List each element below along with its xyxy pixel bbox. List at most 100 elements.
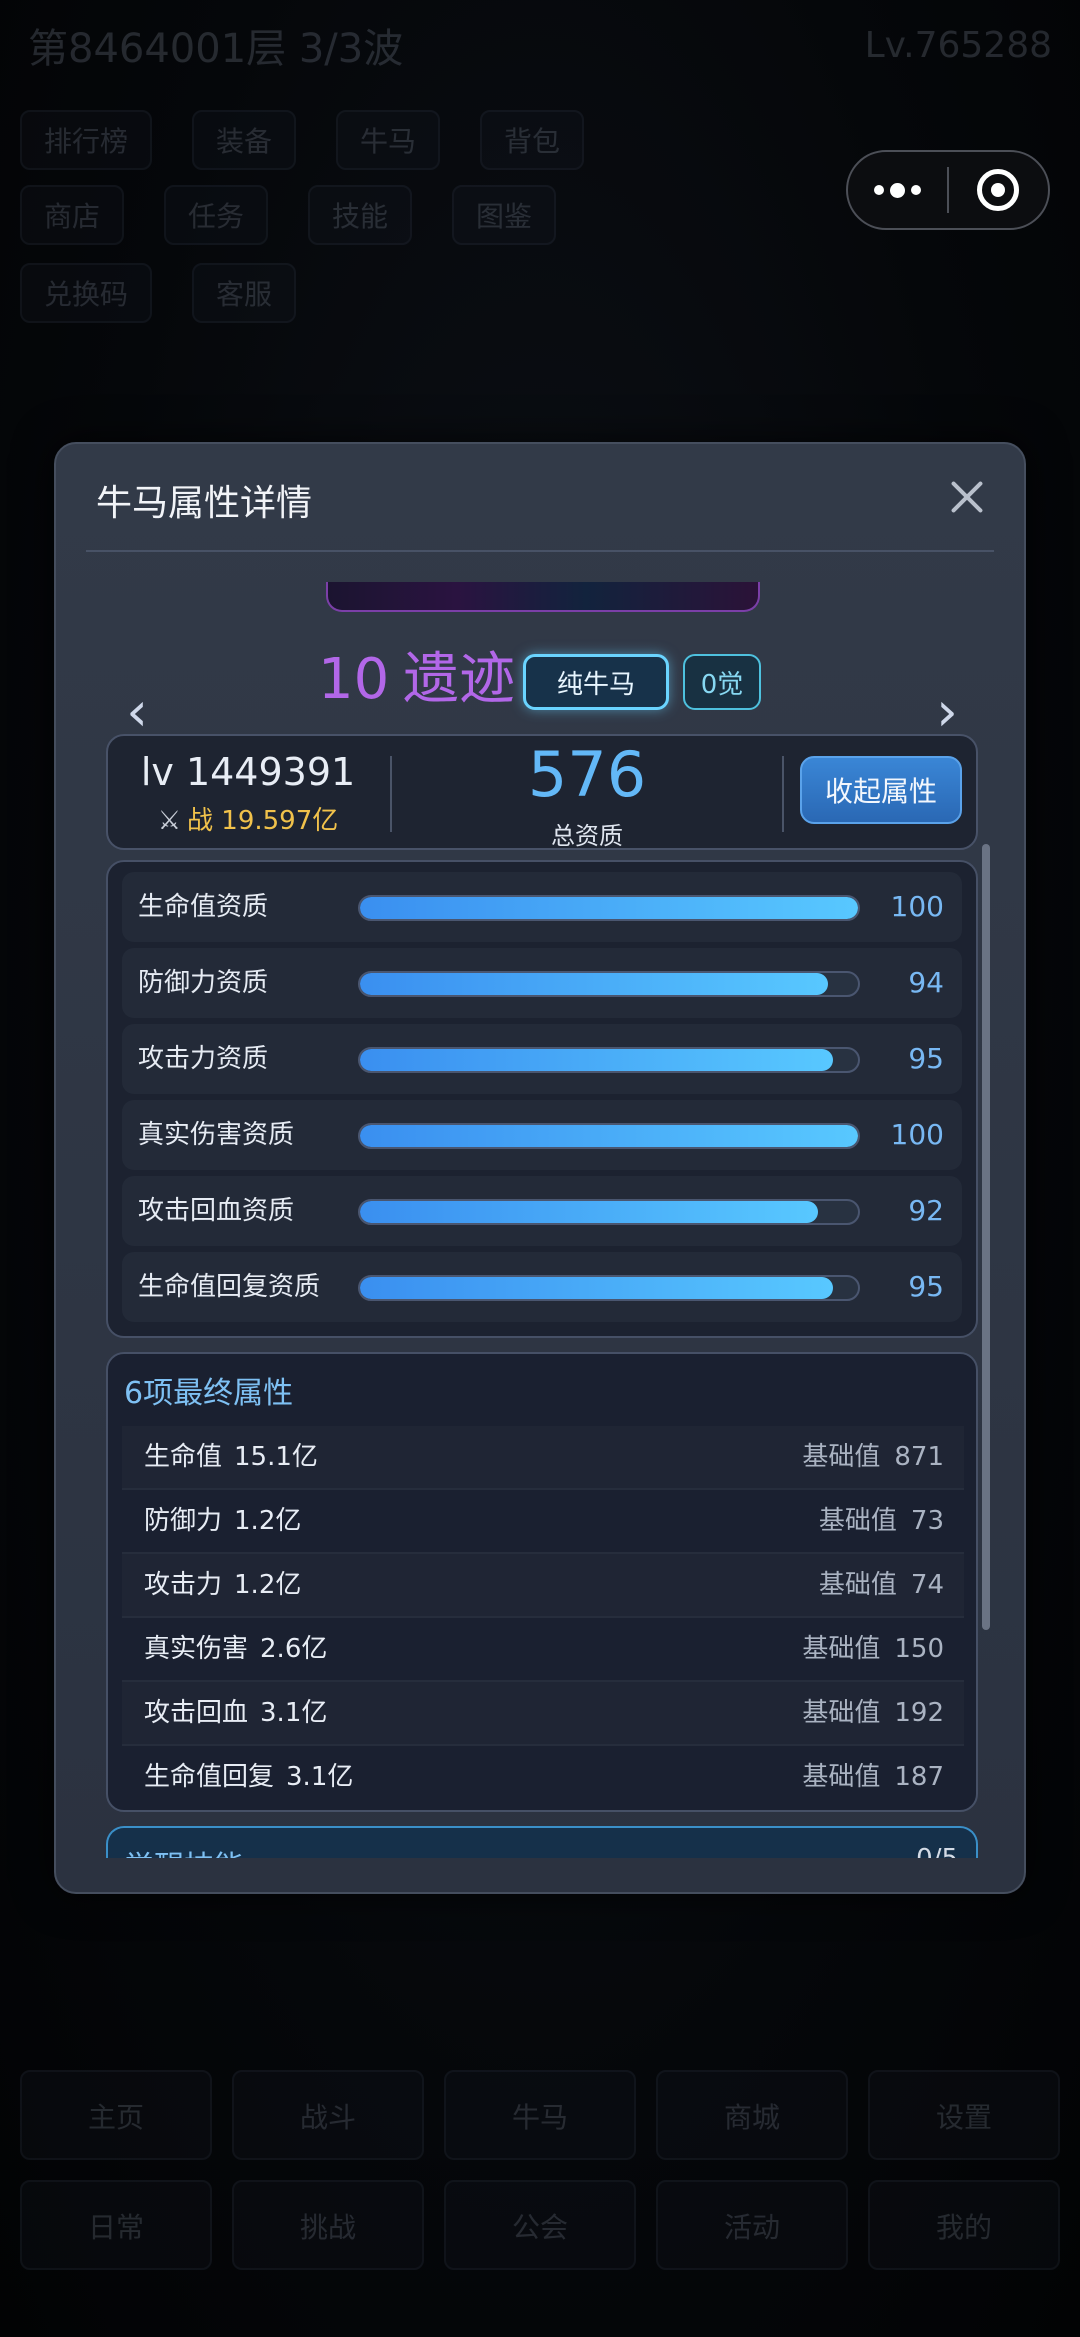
star-level: 10 bbox=[318, 647, 390, 712]
attribute-value: 3.1亿 bbox=[286, 1762, 354, 1792]
character-name-row: 10 遗迹 纯牛马 0觉 bbox=[56, 640, 1028, 720]
aptitude-value: 92 bbox=[908, 1194, 944, 1227]
aptitude-label: 真实伤害资质 bbox=[138, 1120, 295, 1150]
bg-button: 设置 bbox=[868, 2070, 1060, 2160]
screen: 第8464001层 3/3波 Lv.765288 排行榜 装备 牛马 背包 商店… bbox=[0, 0, 1080, 2337]
awaken-skills-panel[interactable]: 觉醒技能 0/5 bbox=[106, 1826, 978, 1858]
aptitude-bar bbox=[358, 1123, 860, 1149]
base-label: 基础值 bbox=[802, 1442, 881, 1472]
attribute-name: 防御力 bbox=[144, 1506, 223, 1536]
total-aptitude: 576 bbox=[527, 738, 647, 811]
base-value: 871 bbox=[894, 1442, 944, 1472]
final-attribute-row: 生命值 15.1亿 基础值 871 bbox=[122, 1426, 964, 1490]
attribute-name: 攻击力 bbox=[144, 1570, 223, 1600]
type-tag[interactable]: 纯牛马 bbox=[523, 654, 669, 710]
aptitude-row: 攻击回血资质 92 bbox=[122, 1176, 962, 1246]
bg-tab-row-2: 商店 任务 技能 图鉴 bbox=[20, 180, 557, 250]
attribute-value: 15.1亿 bbox=[234, 1442, 318, 1472]
scrollbar[interactable] bbox=[982, 844, 990, 1630]
miniprogram-capsule bbox=[846, 150, 1050, 230]
aptitude-label: 攻击回血资质 bbox=[138, 1196, 295, 1226]
base-label: 基础值 bbox=[818, 1506, 897, 1536]
attribute-detail-modal: 牛马属性详情 ‹ › 10 遗迹 纯牛马 0觉 lv 1449391 ⚔ 战 19… bbox=[54, 442, 1026, 1894]
aptitude-bar-fill bbox=[360, 1277, 834, 1299]
final-attributes-list: 生命值 15.1亿 基础值 871 防御力 1.2亿 基础值 73 攻击力 1.2亿 基础… bbox=[122, 1426, 964, 1810]
bg-tab: 背包 bbox=[480, 110, 585, 170]
bg-bottom-row-1: 主页 战斗 牛马 商城 设置 bbox=[20, 2070, 1060, 2160]
final-attribute-row: 攻击力 1.2亿 基础值 74 bbox=[122, 1554, 964, 1618]
awaken-skills-title: 觉醒技能 bbox=[124, 1842, 244, 1858]
rarity-label: 遗迹 bbox=[403, 647, 515, 712]
aptitude-row: 生命值回复资质 95 bbox=[122, 1252, 962, 1322]
attribute-value: 3.1亿 bbox=[260, 1698, 328, 1728]
bg-tab: 图鉴 bbox=[452, 185, 557, 245]
final-attributes-title: 6项最终属性 bbox=[124, 1376, 294, 1411]
target-icon bbox=[977, 169, 1020, 211]
bg-player-level: Lv.765288 bbox=[864, 24, 1052, 66]
bg-button: 公会 bbox=[444, 2180, 636, 2270]
aptitude-bar bbox=[358, 1275, 860, 1301]
final-attribute-row: 攻击回血 3.1亿 基础值 192 bbox=[122, 1682, 964, 1746]
bg-button: 主页 bbox=[20, 2070, 212, 2160]
aptitude-bar bbox=[358, 1199, 860, 1225]
attribute-value: 2.6亿 bbox=[260, 1634, 328, 1664]
aptitude-value: 94 bbox=[908, 966, 944, 999]
aptitude-label: 生命值回复资质 bbox=[138, 1272, 321, 1302]
aptitude-label: 攻击力资质 bbox=[138, 1044, 269, 1074]
character-portrait bbox=[326, 582, 760, 612]
character-level: lv 1449391 bbox=[140, 750, 356, 794]
more-button[interactable] bbox=[848, 152, 947, 228]
aptitude-bar-fill bbox=[360, 897, 858, 919]
crossed-swords-icon: ⚔ bbox=[157, 806, 182, 836]
exit-button[interactable] bbox=[949, 152, 1048, 228]
attribute-name: 攻击回血 bbox=[144, 1698, 249, 1728]
attribute-value: 1.2亿 bbox=[234, 1570, 302, 1600]
bg-tab-row-1: 排行榜 装备 牛马 背包 bbox=[20, 105, 585, 175]
base-value: 73 bbox=[910, 1506, 944, 1536]
base-value: 74 bbox=[910, 1570, 944, 1600]
aptitude-label: 生命值资质 bbox=[138, 892, 269, 922]
more-dots-icon bbox=[874, 182, 921, 198]
modal-scroll-area[interactable]: ‹ › 10 遗迹 纯牛马 0觉 lv 1449391 ⚔ 战 19.597亿 5… bbox=[56, 582, 1028, 1858]
power-value: ⚔ 战 19.597亿 bbox=[108, 800, 388, 837]
base-value: 150 bbox=[894, 1634, 944, 1664]
summary-divider bbox=[782, 756, 784, 832]
final-attribute-row: 真实伤害 2.6亿 基础值 150 bbox=[122, 1618, 964, 1682]
aptitude-value: 95 bbox=[908, 1270, 944, 1303]
base-value: 187 bbox=[894, 1762, 944, 1792]
attribute-name: 生命值回复 bbox=[144, 1762, 275, 1792]
power-text: 战 19.597亿 bbox=[187, 806, 339, 836]
aptitude-bar-fill bbox=[360, 1049, 834, 1071]
attribute-value: 1.2亿 bbox=[234, 1506, 302, 1536]
awaken-tag[interactable]: 0觉 bbox=[683, 654, 761, 710]
aptitude-row: 攻击力资质 95 bbox=[122, 1024, 962, 1094]
modal-title: 牛马属性详情 bbox=[96, 483, 313, 524]
aptitude-bar bbox=[358, 895, 860, 921]
aptitude-panel: 生命值资质 100 防御力资质 94 攻击力资质 95 真实伤害资质 100 攻… bbox=[106, 860, 978, 1338]
bg-tab: 任务 bbox=[164, 185, 269, 245]
aptitude-value: 100 bbox=[890, 1118, 944, 1151]
close-icon[interactable] bbox=[950, 480, 984, 514]
bg-button: 商城 bbox=[656, 2070, 848, 2160]
final-attributes-panel: 6项最终属性 生命值 15.1亿 基础值 871 防御力 1.2亿 基础值 73 攻击力… bbox=[106, 1352, 978, 1812]
base-label: 基础值 bbox=[818, 1570, 897, 1600]
bg-bottom-row-2: 日常 挑战 公会 活动 我的 bbox=[20, 2180, 1060, 2270]
bg-header: 第8464001层 3/3波 Lv.765288 bbox=[0, 0, 1080, 90]
bg-tab-row-3: 兑换码 客服 bbox=[20, 258, 297, 328]
aptitude-row: 生命值资质 100 bbox=[122, 872, 962, 942]
bg-button: 日常 bbox=[20, 2180, 212, 2270]
collapse-attributes-button[interactable]: 收起属性 bbox=[800, 756, 962, 824]
aptitude-label: 防御力资质 bbox=[138, 968, 269, 998]
base-value: 192 bbox=[894, 1698, 944, 1728]
aptitude-row: 真实伤害资质 100 bbox=[122, 1100, 962, 1170]
total-aptitude-label: 总资质 bbox=[551, 822, 623, 850]
bg-button: 活动 bbox=[656, 2180, 848, 2270]
aptitude-bar bbox=[358, 971, 860, 997]
summary-card: lv 1449391 ⚔ 战 19.597亿 576 总资质 收起属性 bbox=[106, 734, 978, 850]
bg-tab: 装备 bbox=[192, 110, 297, 170]
bg-tab: 技能 bbox=[308, 185, 413, 245]
aptitude-bar-fill bbox=[360, 973, 829, 995]
aptitude-bar bbox=[358, 1047, 860, 1073]
aptitude-bar-fill bbox=[360, 1201, 819, 1223]
bg-button: 牛马 bbox=[444, 2070, 636, 2160]
